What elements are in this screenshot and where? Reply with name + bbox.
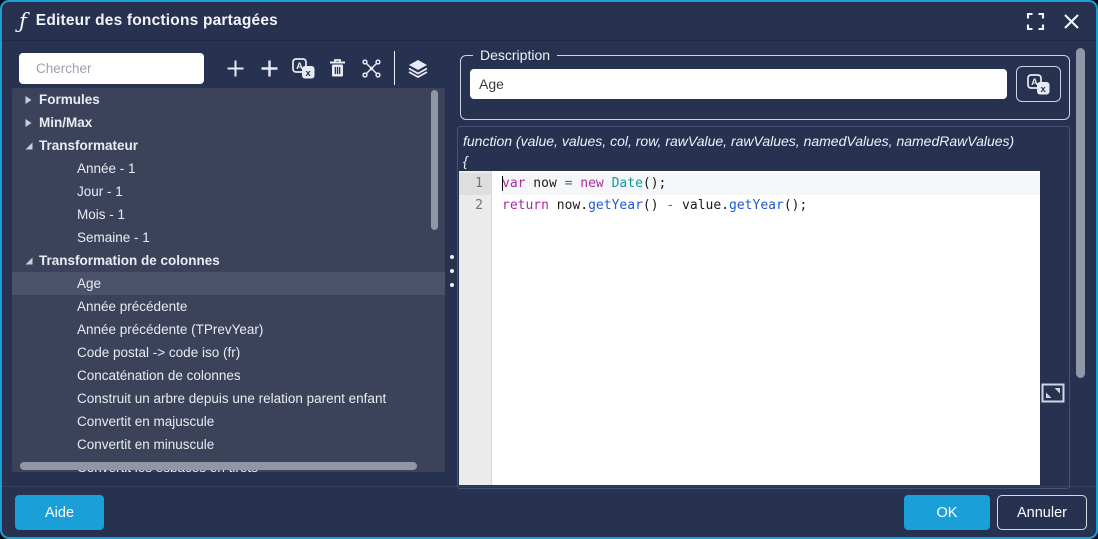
close-icon [1063,13,1080,30]
close-button[interactable] [1060,10,1082,32]
tree-item-label: Semaine - 1 [77,230,150,245]
title-bar-controls [1024,10,1082,32]
tree-item[interactable]: Année - 1 [12,157,445,180]
tree-item-label: Convertit en minuscule [77,437,214,452]
fullscreen-button[interactable] [1024,10,1046,32]
ok-button[interactable]: OK [904,495,990,530]
tree-horizontal-scrollbar[interactable] [20,462,417,470]
title-bar: ƒ Editeur des fonctions partagées [2,2,1096,41]
code-editor[interactable]: 12 var now = new Date();return now.getYe… [459,171,1040,485]
tree-item[interactable]: Année précédente (TPrevYear) [12,318,445,341]
translate-description-button[interactable]: A x [1016,66,1061,102]
tree-category[interactable]: Transformation de colonnes [12,249,445,272]
screenshot-stage: ƒ Editeur des fonctions partagées [0,0,1098,539]
tree-category[interactable]: Min/Max [12,111,445,134]
code-line[interactable]: var now = new Date(); [502,173,1040,195]
function-editor-panel: function (value, values, col, row, rawVa… [457,126,1070,489]
dialog-title: Editeur des fonctions partagées [36,12,278,30]
function-icon: ƒ [19,11,27,32]
tree-item[interactable]: Concaténation de colonnes [12,364,445,387]
tree-item[interactable]: Année précédente [12,295,445,318]
fullscreen-icon [1026,12,1045,31]
svg-text:x: x [1041,83,1047,94]
function-signature: function (value, values, col, row, rawVa… [458,127,1069,171]
tree-item-label: Concaténation de colonnes [77,368,241,383]
description-legend: Description [473,47,557,63]
code-editor-lines[interactable]: var now = new Date();return now.getYear(… [492,171,1040,485]
layers-button[interactable] [401,53,435,84]
tree-item[interactable]: Convertit en majuscule [12,410,445,433]
search-box[interactable] [19,53,204,84]
tree-item-label: Année précédente [77,299,187,314]
tree-category[interactable]: Transformateur [12,134,445,157]
caret-collapsed-icon [24,118,33,128]
tree-item-label: Année précédente (TPrevYear) [77,322,263,337]
add-function-button[interactable] [218,53,252,84]
tree-item-label: Jour - 1 [77,184,123,199]
layers-icon [407,58,429,79]
translate-function-button[interactable]: A x [286,53,320,84]
plus-icon [260,59,279,78]
tree-item[interactable]: Convertit en minuscule [12,433,445,456]
caret-collapsed-icon [24,95,33,105]
help-button[interactable]: Aide [15,495,104,530]
cancel-button[interactable]: Annuler [997,495,1087,530]
tree-item[interactable]: Code postal -> code iso (fr) [12,341,445,364]
tree-item-label: Convertit en majuscule [77,414,214,429]
tree-item-label: Age [77,276,101,291]
expand-editor-button[interactable] [1039,380,1067,406]
shared-functions-editor-dialog: ƒ Editeur des fonctions partagées [0,0,1098,539]
code-editor-gutter: 12 [459,171,492,485]
description-fieldset: Description A x [460,47,1070,120]
tree-item-label: Code postal -> code iso (fr) [77,345,240,360]
tree-item-label: Min/Max [39,115,92,130]
svg-text:x: x [305,67,311,78]
line-number: 2 [459,195,491,217]
tree-item[interactable]: Age [12,272,445,295]
caret-expanded-icon [24,256,34,266]
tree-item-label: Construit un arbre depuis une relation p… [77,391,386,406]
network-icon [361,58,382,79]
panel-splitter-handle[interactable] [448,255,456,287]
trash-icon [328,58,347,78]
translate-icon: A x [1027,74,1050,95]
translate-icon: A x [292,58,315,79]
footer-bar: Aide OK Annuler [2,486,1096,537]
tree-item[interactable]: Semaine - 1 [12,226,445,249]
tree-item[interactable]: Mois - 1 [12,203,445,226]
tree-item-label: Transformation de colonnes [39,253,220,268]
delete-function-button[interactable] [320,53,354,84]
caret-expanded-icon [24,141,34,151]
functions-tree: Formules Min/Max Transformateur Année - 1 Jo… [12,88,445,472]
tree-item-label: Année - 1 [77,161,136,176]
tree-category[interactable]: Formules [12,88,445,111]
search-input[interactable] [34,60,215,77]
expand-icon [1041,383,1065,403]
description-input[interactable] [470,69,1007,99]
tree-item[interactable]: Construit un arbre depuis une relation p… [12,387,445,410]
tree-item-label: Transformateur [39,138,138,153]
add-category-button[interactable] [252,53,286,84]
tree-item[interactable]: Jour - 1 [12,180,445,203]
code-line[interactable]: return now.getYear() - value.getYear(); [502,195,1040,217]
toolbar-divider [394,51,395,85]
panel-vertical-scrollbar[interactable] [1076,48,1085,378]
tree-item-label: Mois - 1 [77,207,125,222]
data-mining-button[interactable] [354,53,388,84]
tree-vertical-scrollbar[interactable] [431,90,438,230]
plus-icon [226,59,245,78]
line-number: 1 [459,173,491,195]
tree-item-label: Formules [39,92,100,107]
